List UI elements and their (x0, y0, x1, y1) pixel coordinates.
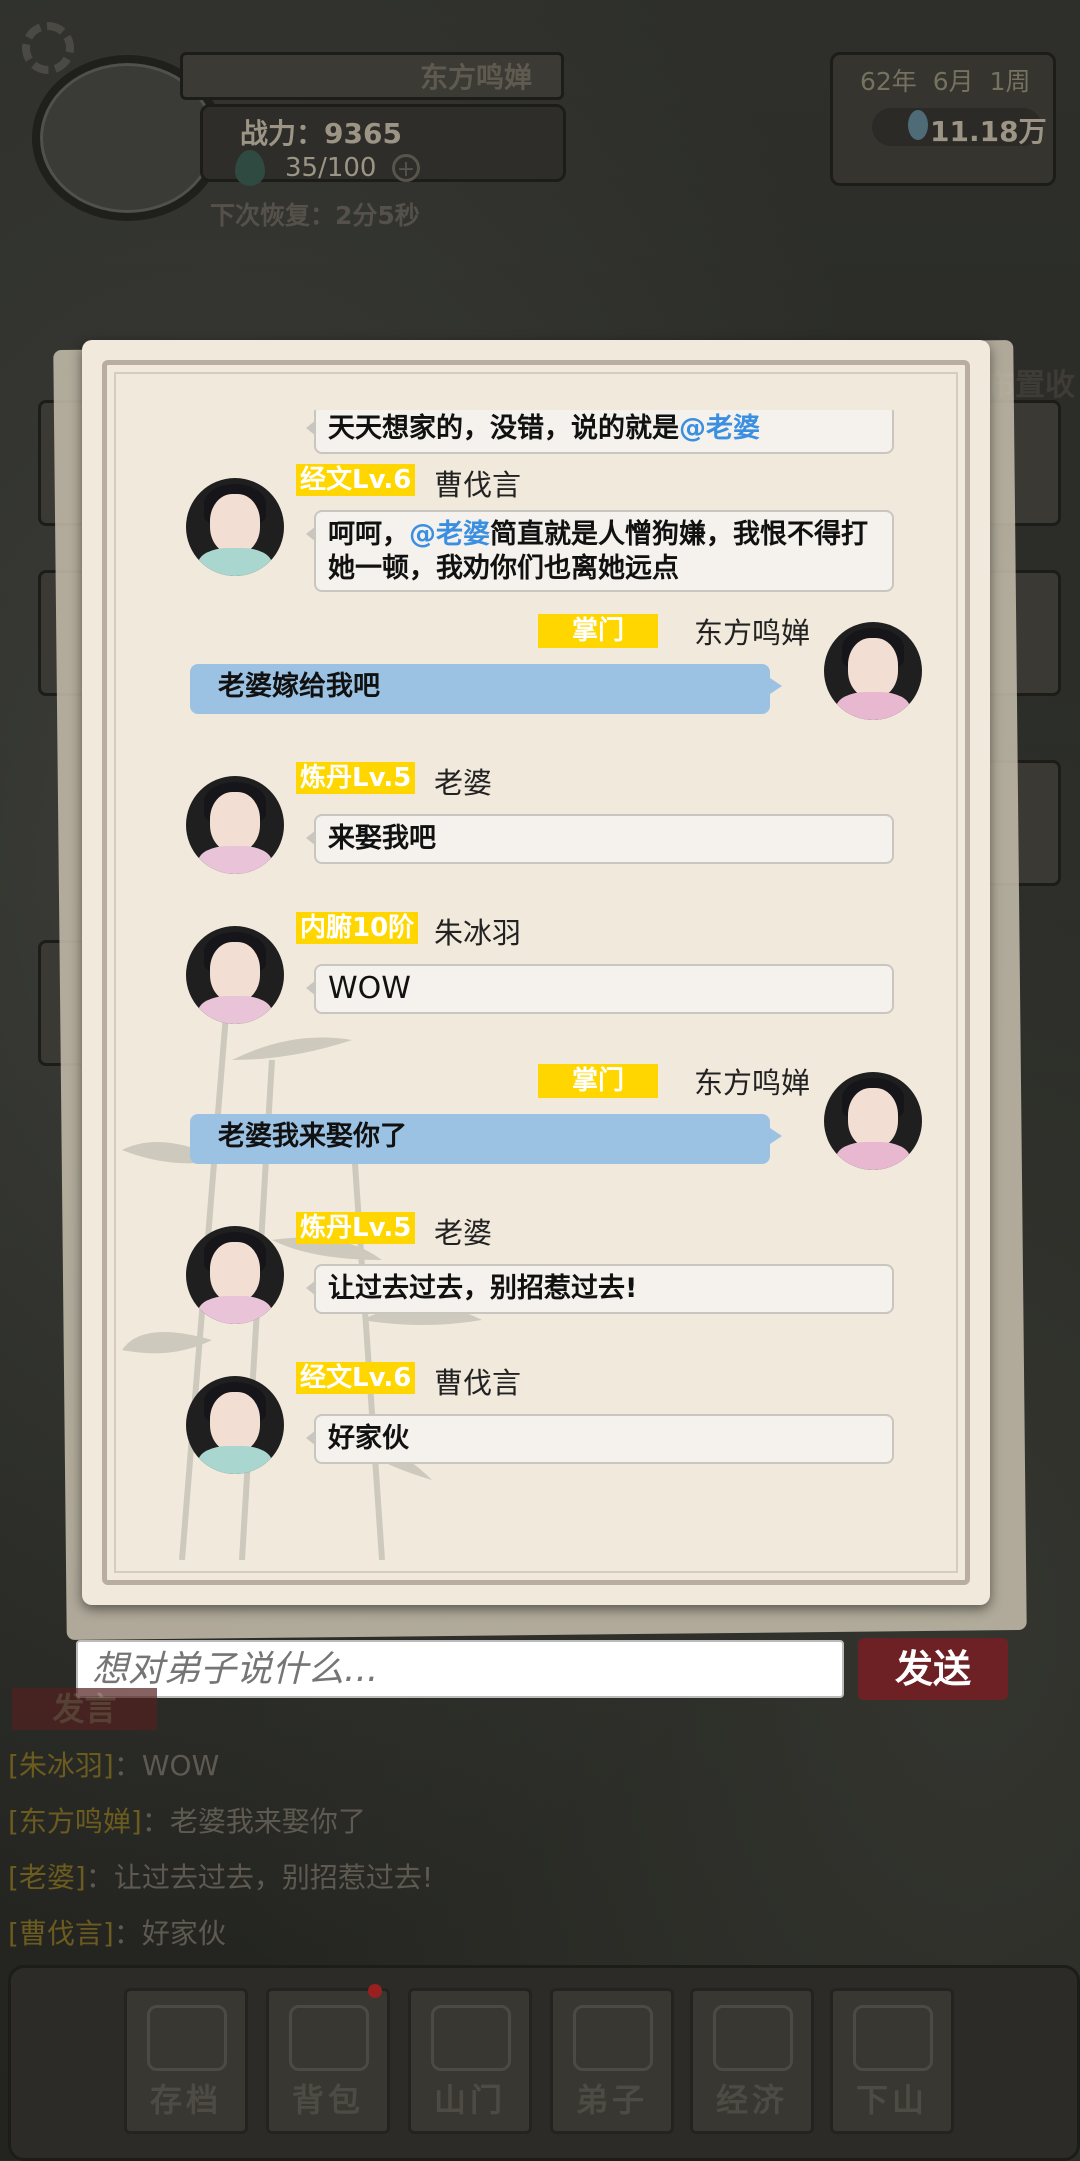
chat-panel: 天天想家的，没错，说的就是@老婆 经文Lv.6 曹伐言 呵呵，@老婆简直就是人憎… (82, 340, 990, 1605)
log-sender: [东方鸣婵] (8, 1805, 142, 1838)
bag-icon (289, 2005, 369, 2071)
message-bubble: 好家伙 (306, 1414, 894, 1464)
message-bubble-self: 老婆我来娶你了 (190, 1114, 782, 1164)
game-date: 62年 6月 1周 (860, 67, 1031, 96)
power-value: 战力：9365 (240, 117, 402, 150)
nav-economy-button[interactable]: 经济 (690, 1988, 814, 2134)
chat-input[interactable] (76, 1640, 844, 1698)
rank-tag: 炼丹Lv.5 (296, 1212, 416, 1244)
avatar (824, 622, 922, 720)
recover-timer: 下次恢复：2分5秒 (210, 201, 420, 230)
avatar (186, 1376, 284, 1474)
nav-gate-button[interactable]: 山门 (408, 1988, 532, 2134)
log-text: ：WOW (113, 1749, 220, 1782)
gate-icon (431, 2005, 511, 2071)
nav-label: 背包 (291, 2081, 364, 2119)
rank-tag: 经文Lv.6 (296, 1362, 416, 1394)
gear-icon (22, 22, 74, 74)
log-line: [老婆]：让过去过去，别招惹过去! (8, 1856, 433, 1896)
money-value: 11.18万 (930, 115, 1047, 148)
mention-link[interactable]: @老婆 (409, 519, 490, 550)
nav-label: 山门 (433, 2081, 506, 2119)
disciple-icon (573, 2005, 653, 2071)
scroll-icon (147, 2005, 227, 2071)
log-text: ：让过去过去，别招惹过去! (85, 1861, 434, 1894)
rank-tag: 内腑10阶 (296, 912, 419, 944)
chat-message-list[interactable]: 天天想家的，没错，说的就是@老婆 经文Lv.6 曹伐言 呵呵，@老婆简直就是人憎… (82, 410, 990, 1560)
sender-name: 东方鸣婵 (694, 616, 811, 650)
nav-label: 下山 (855, 2081, 928, 2119)
message-bubble: 来娶我吧 (306, 814, 894, 864)
energy-value: 35/100 (285, 153, 377, 183)
plus-icon: + (392, 154, 420, 182)
log-line: [东方鸣婵]：老婆我来娶你了 (8, 1800, 366, 1840)
message-bubble: 天天想家的，没错，说的就是@老婆 (306, 410, 894, 454)
rank-tag: 炼丹Lv.5 (296, 762, 416, 794)
rank-tag: 经文Lv.6 (296, 464, 416, 496)
nav-label: 弟子 (575, 2081, 648, 2119)
sender-name: 曹伐言 (434, 1366, 522, 1400)
send-button[interactable]: 发送 (858, 1638, 1008, 1700)
mention-link[interactable]: @老婆 (679, 413, 760, 444)
mountain-icon (853, 2005, 933, 2071)
avatar (186, 926, 284, 1024)
avatar (186, 1226, 284, 1324)
nav-save-button[interactable]: 存档 (124, 1988, 248, 2134)
log-line: [曹伐言]：好家伙 (8, 1912, 226, 1952)
nav-descend-button[interactable]: 下山 (830, 1988, 954, 2134)
log-sender: [老婆] (8, 1861, 86, 1894)
sender-name: 朱冰羽 (434, 916, 522, 950)
sender-name: 曹伐言 (434, 468, 522, 502)
message-bubble: 呵呵，@老婆简直就是人憎狗嫌，我恨不得打她一顿，我劝你们也离她远点 (306, 510, 894, 592)
log-sender: [曹伐言] (8, 1917, 114, 1950)
nav-label: 存档 (149, 2081, 222, 2119)
nav-disciple-button[interactable]: 弟子 (550, 1988, 674, 2134)
message-text: 天天想家的，没错，说的就是 (328, 413, 679, 444)
avatar (186, 776, 284, 874)
energy-drop-icon (235, 150, 265, 186)
message-bubble-self: 老婆嫁给我吧 (190, 664, 782, 714)
speak-tab[interactable]: 发言 (12, 1688, 157, 1730)
rank-tag: 掌门 (538, 614, 658, 648)
player-name: 东方鸣婵 (420, 61, 533, 94)
avatar (824, 1072, 922, 1170)
sender-name: 老婆 (434, 766, 493, 800)
log-line: [朱冰羽]：WOW (8, 1744, 219, 1784)
message-bubble: WOW (306, 964, 894, 1014)
log-sender: [朱冰羽] (8, 1749, 114, 1782)
sender-name: 东方鸣婵 (694, 1066, 811, 1100)
log-text: ：好家伙 (113, 1917, 226, 1950)
sender-name: 老婆 (434, 1216, 493, 1250)
notification-dot (368, 1984, 382, 1998)
rank-tag: 掌门 (538, 1064, 658, 1098)
message-text: 呵呵， (328, 519, 409, 550)
log-text: ：老婆我来娶你了 (141, 1805, 366, 1838)
nav-label: 经济 (715, 2081, 788, 2119)
message-bubble: 让过去过去，别招惹过去! (306, 1264, 894, 1314)
nav-bag-button[interactable]: 背包 (266, 1988, 390, 2134)
coins-icon (713, 2005, 793, 2071)
avatar (186, 478, 284, 576)
money-drop-icon (908, 110, 928, 140)
